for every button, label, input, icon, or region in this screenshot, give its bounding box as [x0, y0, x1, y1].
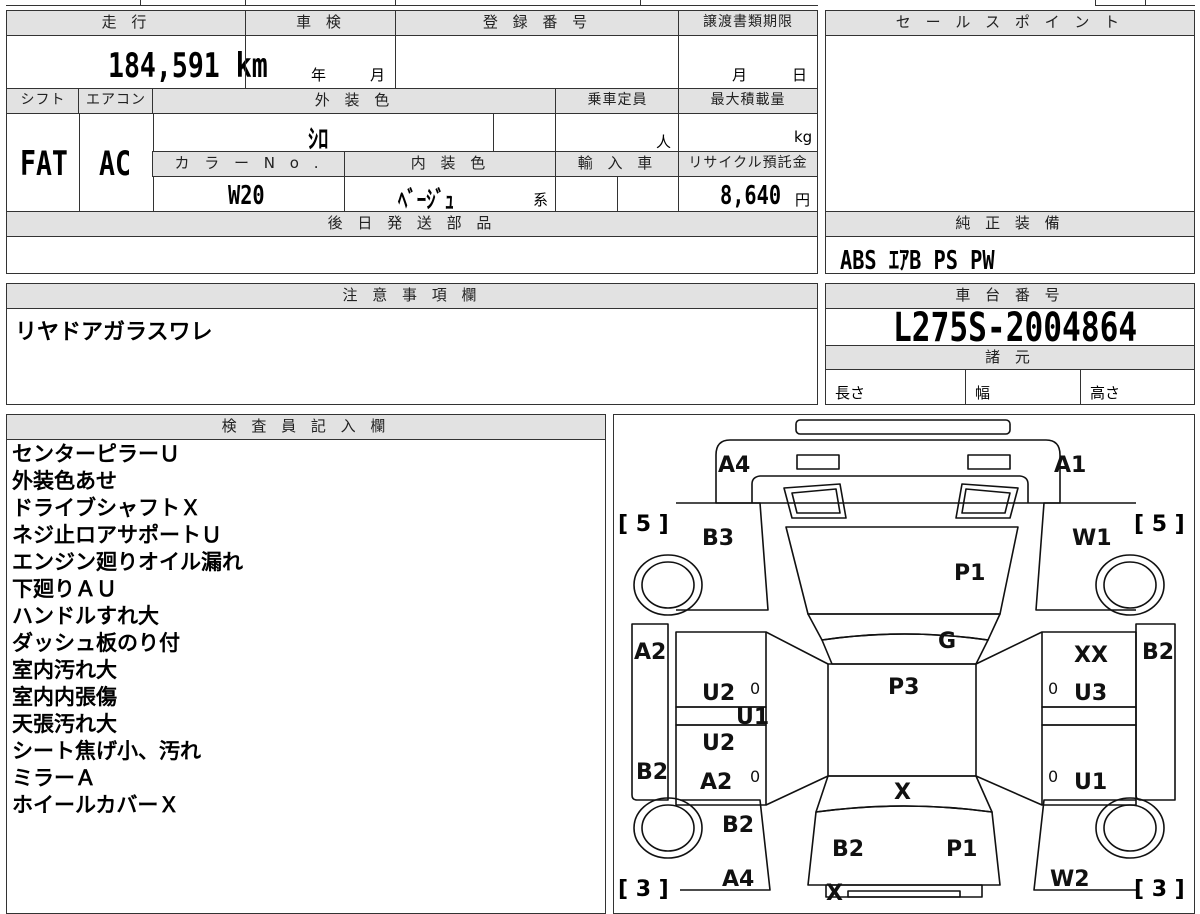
- color-no-value: W20: [228, 181, 265, 211]
- aircon-label: エアコン: [78, 88, 154, 114]
- mark-b3: B3: [702, 526, 734, 551]
- mark-a4-top: A4: [718, 453, 750, 478]
- bracket-bottom-right: [ 3 ]: [1134, 877, 1185, 900]
- registration-label: 登 録 番 号: [395, 10, 680, 36]
- spec-label: 諸 元: [825, 345, 1195, 370]
- mark-p3: P3: [888, 675, 919, 700]
- mark-zero-b: 0: [1048, 679, 1058, 698]
- mark-xx: XX: [1074, 643, 1108, 668]
- interior-color-value: ﾍﾞｰｼﾞｭ: [398, 186, 455, 214]
- inspector-note-item: 室内汚れ大: [12, 658, 117, 682]
- mark-zero-d: 0: [1048, 767, 1058, 786]
- inspector-notes-list: センターピラーＵ 外装色あせドライブシャフトＸ ネジ止ロアサポートＵ エンジン廻りオイ…: [12, 441, 243, 819]
- transfer-month-unit: 月: [732, 66, 748, 84]
- import-label: 輸 入 車: [555, 151, 680, 177]
- equipment-value: ABS ｴｱB PS PW: [840, 246, 995, 276]
- mark-w2: W2: [1050, 867, 1090, 892]
- max-load-unit: kg: [794, 128, 813, 146]
- inspector-note-item: ミラーＡ: [12, 766, 96, 790]
- interior-color-suffix: 系: [533, 191, 549, 209]
- inspection-year-unit: 年: [311, 66, 327, 84]
- aircon-value: AC: [99, 144, 131, 184]
- inspector-note-item: 室内内張傷: [12, 685, 117, 709]
- mark-zero-a: 0: [750, 679, 760, 698]
- caution-label: 注 意 事 項 欄: [6, 283, 818, 309]
- mark-x-center: X: [894, 780, 911, 805]
- bracket-top-left: [ 5 ]: [618, 512, 669, 537]
- max-load-label: 最大積載量: [678, 88, 818, 114]
- mark-p1-bottom: P1: [946, 837, 977, 862]
- capacity-label: 乗車定員: [555, 88, 680, 114]
- mark-u2-a: U2: [702, 681, 735, 706]
- inspector-note-item: ダッシュ板のり付: [12, 631, 180, 655]
- mark-u3: U3: [1074, 681, 1107, 706]
- recycle-value: 8,640: [720, 181, 782, 211]
- inspector-note-item: センターピラーＵ: [12, 442, 180, 466]
- inspector-note-item: 天張汚れ大: [12, 712, 117, 736]
- mark-b2-lower: B2: [722, 813, 754, 838]
- mark-a1-top: A1: [1054, 453, 1086, 478]
- mark-g: G: [938, 629, 956, 654]
- transfer-deadline-label: 譲渡書類期限: [678, 10, 818, 36]
- mileage-label: 走 行: [6, 10, 247, 36]
- shift-value: FAT: [20, 144, 68, 184]
- inspector-note-item: ネジ止ロアサポートＵ: [12, 523, 222, 547]
- inspector-note-item: ハンドルすれ大: [12, 604, 159, 628]
- mark-u1-right: U1: [1074, 770, 1107, 795]
- inspector-note-item: エンジン廻りオイル漏れ: [12, 550, 243, 574]
- inspector-note-item: 外装色あせ: [12, 469, 117, 493]
- transfer-day-unit: 日: [792, 66, 808, 84]
- mark-p1-top: P1: [954, 561, 985, 586]
- height-label: 高さ: [1090, 384, 1121, 402]
- inspector-note-item: 下廻りＡＵ: [12, 577, 117, 601]
- inspector-note-item: ドライブシャフトＸ: [12, 496, 201, 520]
- inspector-label: 検 査 員 記 入 欄: [6, 414, 606, 440]
- length-label: 長さ: [835, 384, 866, 402]
- color-no-label: カ ラ ー N o .: [152, 151, 346, 177]
- mark-b2-bottom: B2: [832, 837, 864, 862]
- mark-a2-left: A2: [634, 640, 666, 665]
- recycle-unit: 円: [795, 191, 811, 209]
- later-parts-box: [6, 211, 818, 274]
- inspection-label: 車 検: [245, 10, 397, 36]
- recycle-label: リサイクル預託金: [678, 151, 818, 177]
- bracket-top-right: [ 5 ]: [1134, 512, 1185, 537]
- interior-color-label: 内 装 色: [344, 151, 557, 177]
- mark-b2-right: B2: [1142, 640, 1174, 665]
- width-label: 幅: [975, 384, 991, 402]
- shift-label: シフト: [6, 88, 80, 114]
- mark-u1-center: U1: [736, 705, 769, 730]
- mark-w1: W1: [1072, 526, 1112, 551]
- mark-x-bottom: X: [826, 881, 843, 900]
- mark-a4-bottom: A4: [722, 867, 754, 892]
- inspection-month-unit: 月: [370, 66, 386, 84]
- sales-point-label: セ ー ル ス ポ イ ン ト: [825, 10, 1195, 36]
- mark-b2-left: B2: [636, 760, 668, 785]
- bracket-bottom-left: [ 3 ]: [618, 877, 669, 900]
- inspector-note-item: シート焦げ小、汚れ: [12, 739, 201, 763]
- car-damage-diagram: [ 5 ] [ 5 ] [ 3 ] [ 3 ] A4 A1 B3 W1 P1 G…: [618, 419, 1185, 900]
- inspector-note-item: ホイールカバーＸ: [12, 793, 180, 817]
- mark-a2-mid: A2: [700, 770, 732, 795]
- exterior-color-label: 外 装 色: [152, 88, 557, 114]
- mileage-value: 184,591 km: [108, 46, 268, 86]
- caution-value: リヤドアガラスワレ: [15, 320, 213, 345]
- mark-u2-b: U2: [702, 731, 735, 756]
- mark-zero-c: 0: [750, 767, 760, 786]
- equipment-label: 純 正 装 備: [825, 211, 1195, 237]
- capacity-unit: 人: [656, 133, 672, 151]
